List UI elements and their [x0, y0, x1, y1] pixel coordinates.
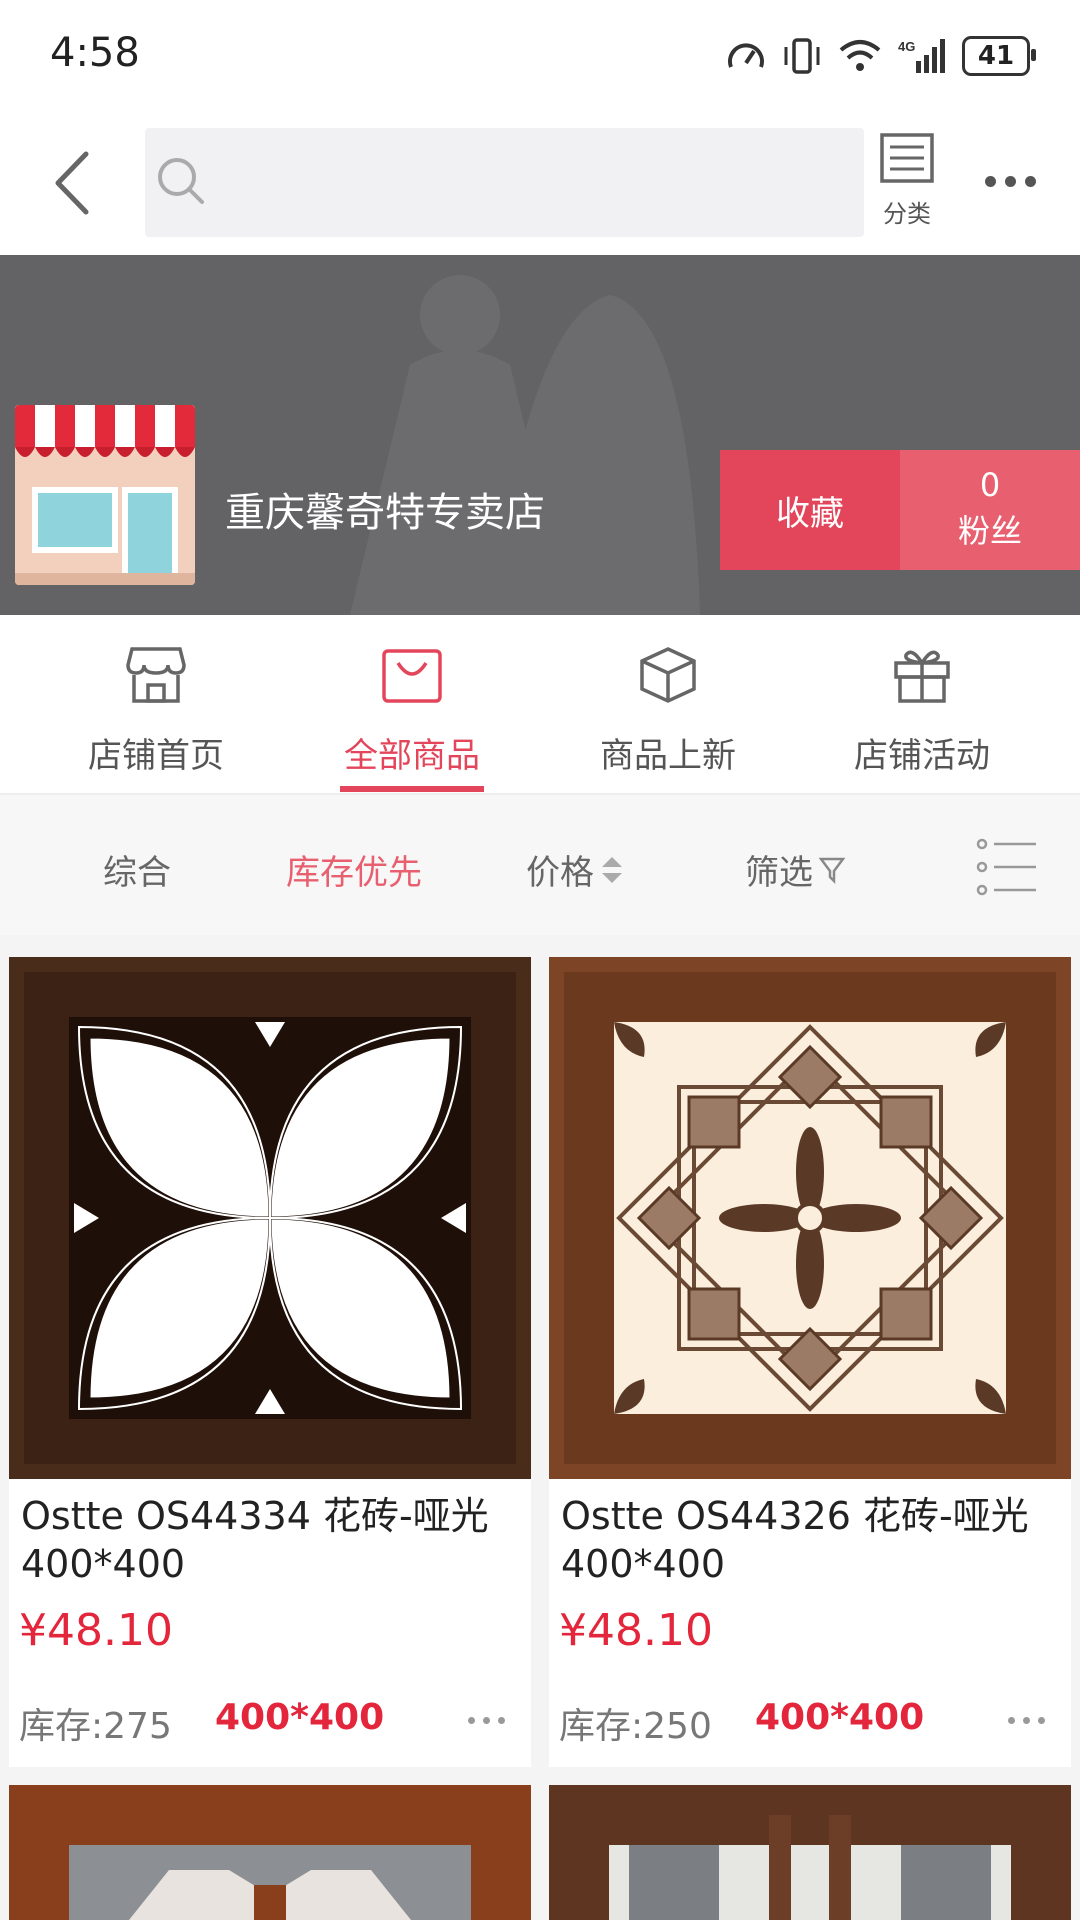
product-spec: 400*400 [755, 1697, 925, 1738]
tab-label: 全部商品 [344, 736, 480, 776]
tab-shop-home[interactable]: 店铺首页 [56, 640, 256, 777]
tab-label: 店铺活动 [854, 736, 990, 776]
tab-all-products[interactable]: 全部商品 [312, 640, 512, 777]
list-view-icon[interactable] [976, 838, 1038, 896]
sort-arrows-icon [602, 856, 622, 883]
back-arrow-icon[interactable] [50, 148, 96, 218]
product-stock: 库存:275 [19, 1706, 172, 1747]
product-card-partial[interactable] [549, 1785, 1071, 1920]
shop-name: 重庆馨奇特专卖店 [225, 490, 545, 536]
battery-indicator: 41 [962, 36, 1036, 76]
fans-number: 0 [979, 466, 1001, 504]
fans-count: 0 粉丝 [900, 450, 1080, 570]
product-more-icon[interactable] [1008, 1717, 1045, 1724]
product-spec: 400*400 [215, 1697, 385, 1738]
fans-label: 粉丝 [957, 512, 1022, 550]
product-more-icon[interactable] [468, 1717, 505, 1724]
more-options-icon[interactable] [985, 172, 1039, 190]
category-list-icon [880, 133, 934, 183]
product-card[interactable]: Ostte OS44334 花砖-哑光 400*400 ¥48.10 库存:27… [9, 957, 531, 1767]
status-time: 4:58 [50, 30, 140, 76]
status-icons: 4G 41 [726, 34, 1036, 78]
tab-shop-activity[interactable]: 店铺活动 [822, 640, 1022, 777]
favorite-button[interactable]: 收藏 [720, 450, 900, 570]
wifi-icon [839, 40, 881, 71]
tab-label: 商品上新 [600, 736, 736, 776]
gift-icon [894, 650, 950, 703]
tab-label: 店铺首页 [88, 736, 224, 776]
tab-new-products[interactable]: 商品上新 [568, 640, 768, 777]
product-price: ¥48.10 [559, 1605, 713, 1656]
product-image [549, 1785, 1071, 1920]
category-label: 分类 [883, 200, 931, 228]
speedometer-icon [728, 43, 764, 68]
sort-stock-first[interactable]: 库存优先 [286, 845, 422, 894]
search-input[interactable] [145, 128, 864, 237]
filter-icon [819, 857, 845, 884]
category-button[interactable]: 分类 [872, 132, 942, 232]
shop-logo [15, 405, 195, 585]
product-name: Ostte OS44326 花砖-哑光 400*400 [561, 1494, 1029, 1586]
vibrate-icon [784, 38, 820, 74]
product-card[interactable]: Ostte OS44326 花砖-哑光 400*400 ¥48.10 库存:25… [549, 957, 1071, 1767]
signal-4g-icon: 4G [898, 39, 945, 73]
store-icon [126, 647, 186, 703]
sort-price[interactable]: 价格 [526, 845, 624, 894]
product-card-partial[interactable] [9, 1785, 531, 1920]
shopping-bag-icon [382, 649, 442, 703]
favorite-panel: 收藏 0 粉丝 [720, 450, 1080, 570]
box-icon [640, 647, 696, 703]
product-price: ¥48.10 [19, 1605, 173, 1656]
banner-watermark-image [350, 275, 700, 615]
sort-price-label: 价格 [526, 853, 594, 893]
search-icon [158, 158, 204, 204]
sort-filter[interactable]: 筛选 [745, 845, 845, 894]
product-stock: 库存:250 [559, 1706, 712, 1747]
active-tab-indicator [340, 786, 484, 792]
product-image [549, 957, 1071, 1479]
svg-text:4G: 4G [898, 39, 915, 54]
sort-comprehensive[interactable]: 综合 [103, 845, 171, 894]
product-image [9, 957, 531, 1479]
sort-filter-label: 筛选 [745, 853, 813, 893]
product-image [9, 1785, 531, 1920]
product-name: Ostte OS44334 花砖-哑光 400*400 [21, 1494, 489, 1586]
